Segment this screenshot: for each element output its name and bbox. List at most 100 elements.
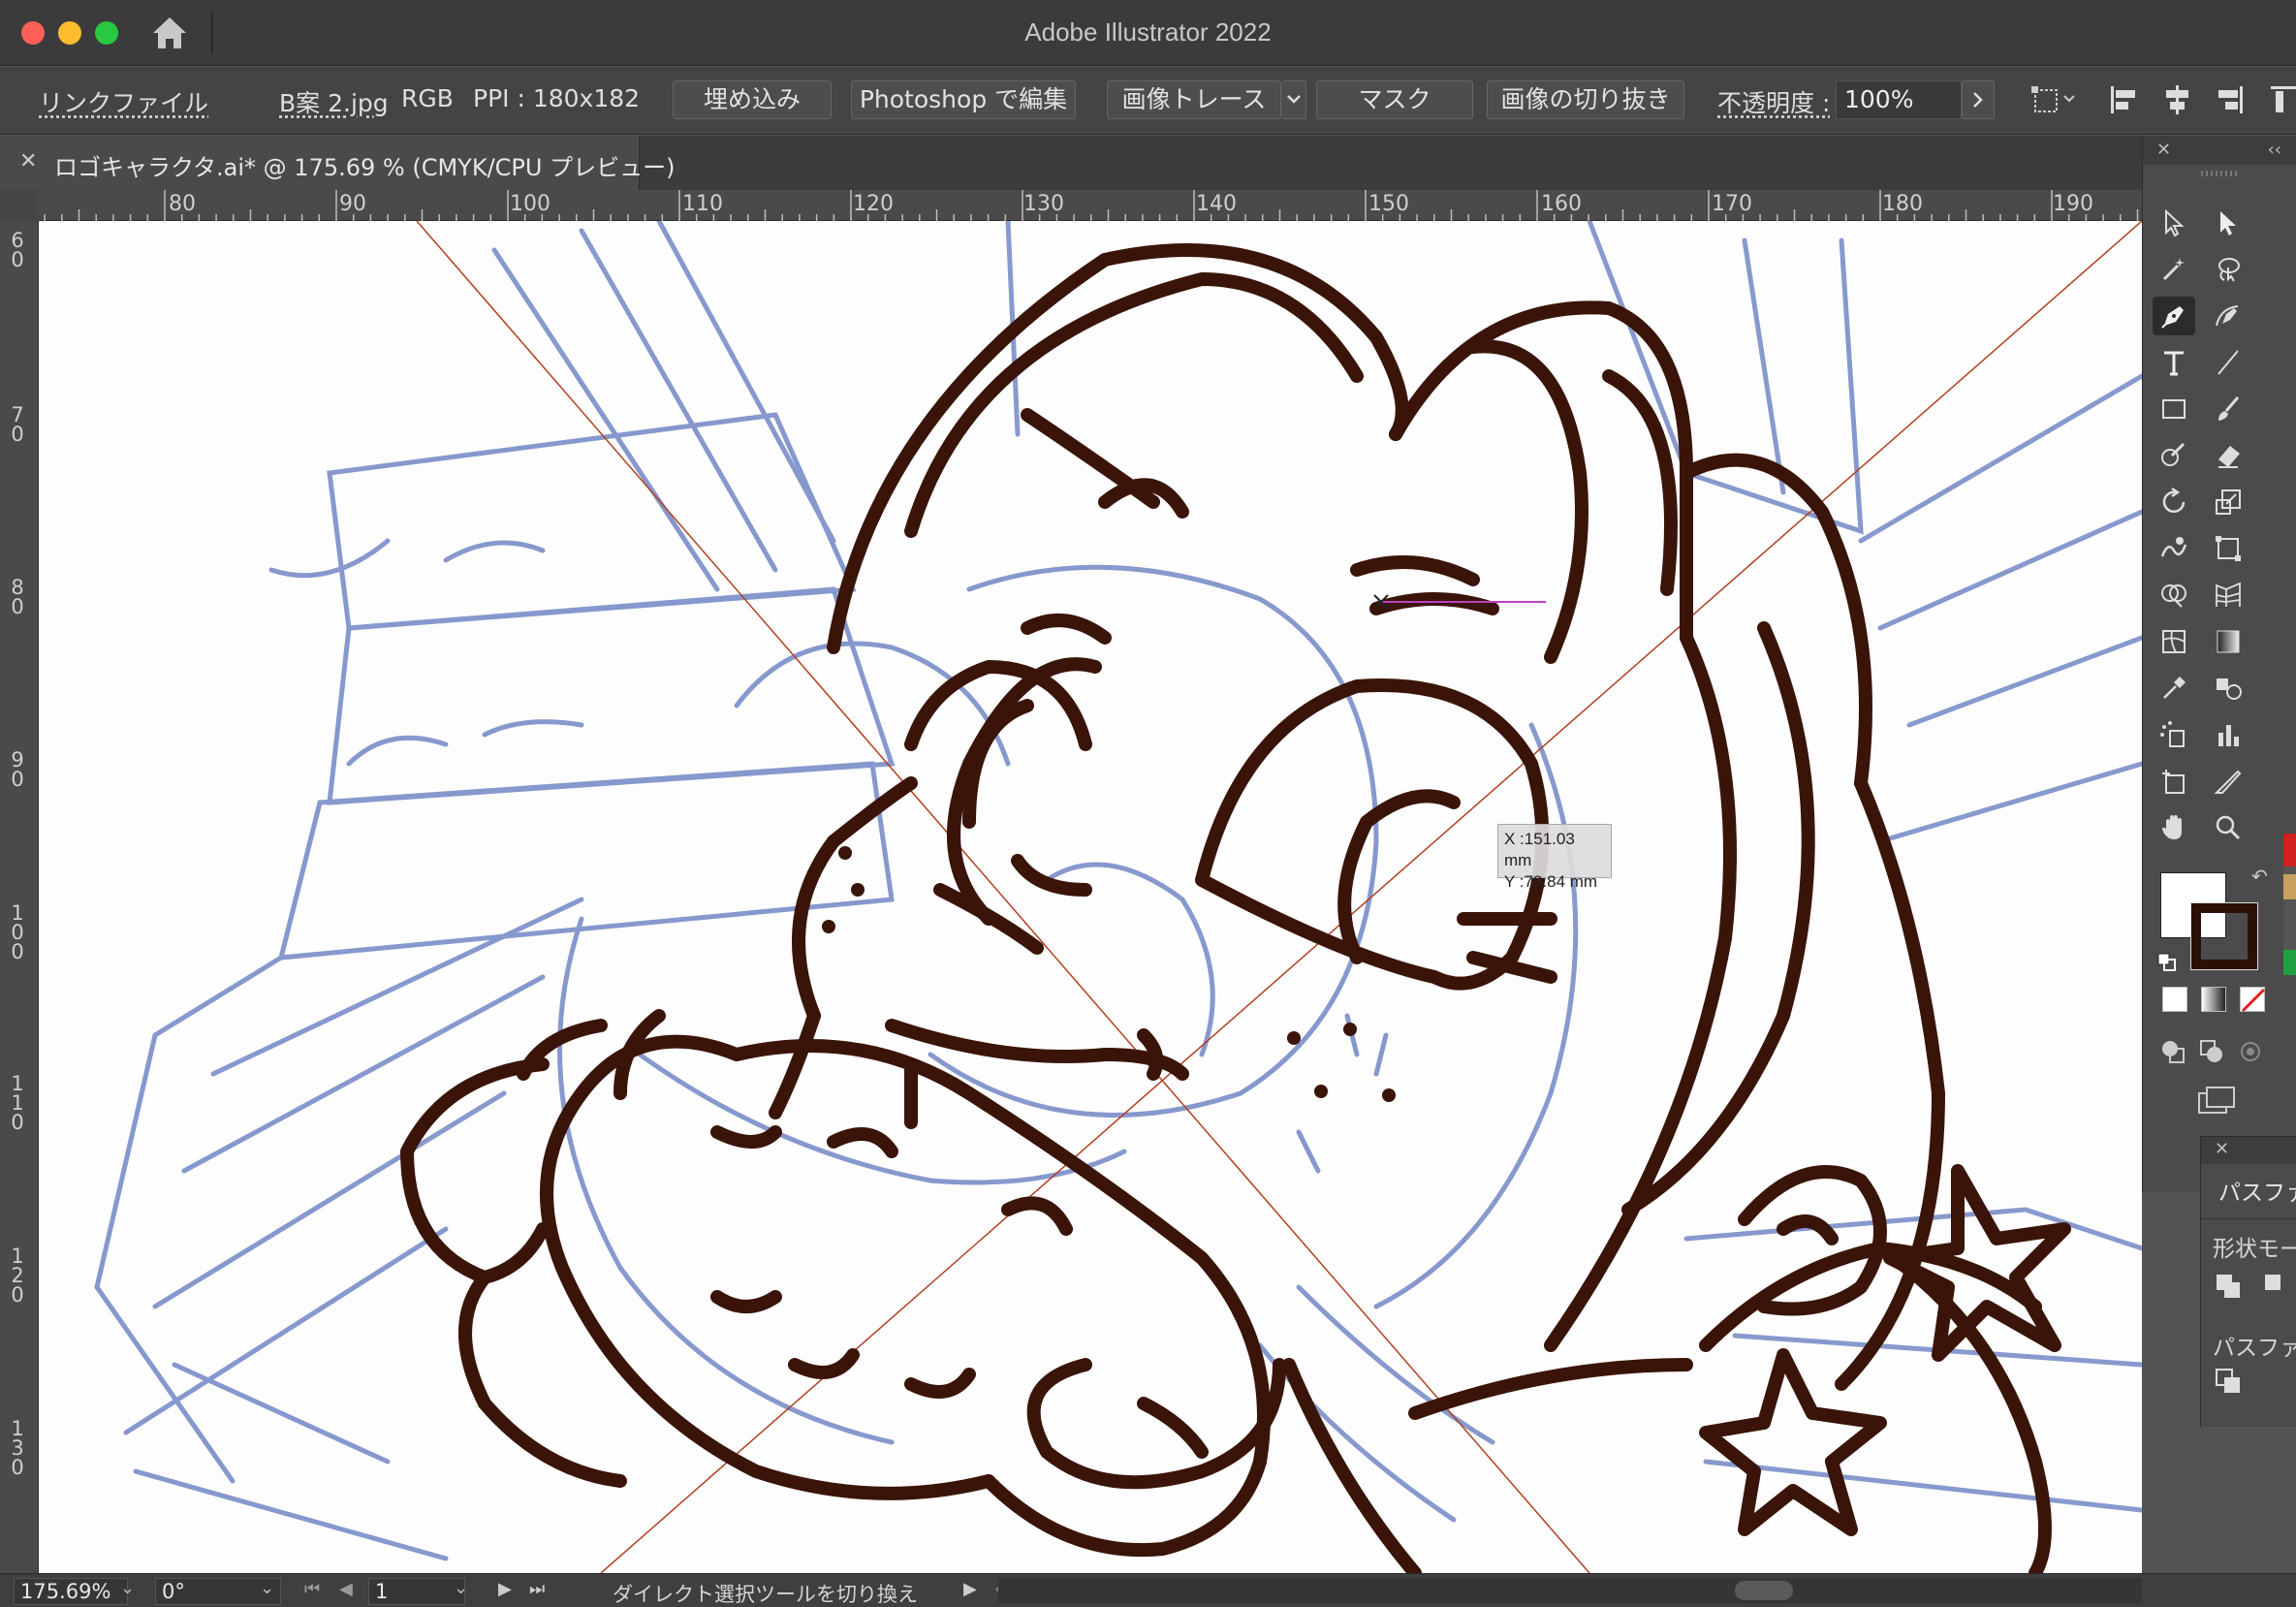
shaper-tool-icon[interactable] (2153, 436, 2195, 475)
magic-wand-tool-icon[interactable] (2153, 250, 2195, 289)
scale-tool-icon[interactable] (2207, 483, 2249, 521)
zoom-tool-icon[interactable] (2207, 808, 2249, 847)
direct-selection-tool-icon[interactable] (2153, 204, 2195, 242)
status-bar: 175.69% ⌄ 0° ⌄ ⏮ ◀ 1 ⌄ ▶ ⏭ ダイレクト選択ツールを切り… (0, 1573, 2296, 1607)
shape-builder-tool-icon[interactable] (2153, 576, 2195, 614)
pathfinder-tab[interactable]: パスファ (2218, 1174, 2296, 1207)
draw-behind-icon[interactable] (2197, 1037, 2226, 1066)
type-tool-icon[interactable] (2153, 343, 2195, 382)
linked-filename[interactable]: B案 2.jpg (279, 84, 389, 119)
minus-front-icon[interactable] (2263, 1273, 2292, 1302)
stroke-color-swatch[interactable] (2190, 902, 2258, 970)
link-file-link[interactable]: リンクファイル (39, 84, 208, 119)
document-tab[interactable]: ✕ ロゴキャラクタ.ai* @ 175.69 % (CMYK/CPU プレビュー… (0, 136, 675, 190)
swatch-red[interactable] (2283, 834, 2296, 867)
tools-panel-header[interactable]: ✕ ‹‹ (2143, 136, 2296, 165)
mesh-tool-icon[interactable] (2153, 622, 2195, 661)
close-icon[interactable]: ✕ (2215, 1139, 2229, 1159)
crop-image-button[interactable]: 画像の切り抜き (1487, 80, 1684, 119)
swatch-strip[interactable] (2283, 834, 2296, 975)
draw-inside-icon[interactable] (2236, 1037, 2265, 1066)
vertical-ruler[interactable]: 60 70 80 90 100 110 120 130 (0, 221, 39, 1573)
eyedropper-tool-icon[interactable] (2153, 669, 2195, 708)
close-tab-icon[interactable]: ✕ (19, 149, 37, 173)
align-left-icon[interactable] (2107, 82, 2142, 117)
symbol-sprayer-tool-icon[interactable] (2153, 715, 2195, 754)
pen-tool-icon[interactable] (2153, 297, 2195, 335)
image-trace-button[interactable]: 画像トレース (1107, 80, 1281, 119)
ruler-h-label: 190 (2053, 192, 2093, 216)
hand-tool-icon[interactable] (2153, 808, 2195, 847)
previous-artboard-icon[interactable]: ◀ (339, 1579, 353, 1599)
color-mode-button[interactable] (2162, 987, 2187, 1012)
next-artboard-icon[interactable]: ▶ (498, 1579, 512, 1599)
ruler-v-label: 80 (11, 576, 24, 618)
none-mode-button[interactable] (2240, 987, 2266, 1013)
mask-button[interactable]: マスク (1316, 80, 1473, 119)
align-top-icon[interactable] (2268, 82, 2296, 117)
status-message: ダイレクト選択ツールを切り換え (613, 1583, 918, 1606)
lasso-tool-icon[interactable] (2207, 250, 2249, 289)
scrollbar-thumb[interactable] (1735, 1581, 1793, 1600)
ruler-h-label: 160 (1541, 192, 1582, 216)
title-bar: Adobe Illustrator 2022 (0, 0, 2296, 66)
artboard-tool-icon[interactable] (2153, 762, 2195, 801)
shape-modes-label: 形状モー (2213, 1237, 2296, 1262)
opacity-label[interactable]: 不透明度 : (1717, 84, 1830, 119)
horizontal-ruler[interactable]: 80 90 100 110 120 130 140 150 160 170 18… (39, 190, 2142, 221)
align-center-icon[interactable] (2159, 82, 2194, 117)
perspective-grid-tool-icon[interactable] (2207, 576, 2249, 614)
ruler-origin[interactable] (0, 190, 39, 221)
free-transform-tool-icon[interactable] (2207, 529, 2249, 568)
curvature-tool-icon[interactable] (2207, 297, 2249, 335)
opacity-field[interactable]: 100% (1836, 80, 1962, 119)
edit-in-photoshop-button[interactable]: Photoshop で編集 (851, 80, 1076, 119)
chevron-down-icon[interactable]: ⌄ (454, 1578, 468, 1598)
draw-normal-icon[interactable] (2158, 1037, 2187, 1066)
collapse-icon[interactable]: ‹‹ (2268, 140, 2281, 160)
blend-tool-icon[interactable] (2207, 669, 2249, 708)
ruler-h-label: 120 (853, 192, 894, 216)
ruler-h-label: 90 (339, 192, 366, 216)
align-right-icon[interactable] (2212, 82, 2247, 117)
artboard-canvas[interactable]: X :151.03 mm Y :78.84 mm (39, 221, 2142, 1573)
sketch-layer (94, 221, 2142, 1561)
opacity-arrow-button[interactable] (1962, 80, 1995, 119)
default-fill-stroke-icon[interactable] (2156, 952, 2178, 973)
rotate-tool-icon[interactable] (2153, 483, 2195, 521)
swap-fill-stroke-icon[interactable]: ↶ (2251, 865, 2268, 888)
gradient-mode-button[interactable] (2201, 987, 2226, 1012)
image-trace-dropdown[interactable] (1281, 80, 1306, 119)
ruler-v-label: 100 (11, 901, 24, 963)
screen-mode-icon[interactable] (2195, 1084, 2238, 1117)
selection-tool-icon[interactable] (2207, 204, 2249, 242)
zoom-level-field[interactable]: 175.69% (14, 1578, 128, 1605)
warp-tool-icon[interactable] (2153, 529, 2195, 568)
status-menu-arrow-icon[interactable]: ▶ (963, 1579, 977, 1599)
swatch-tan[interactable] (2283, 874, 2296, 899)
column-graph-tool-icon[interactable] (2207, 715, 2249, 754)
paintbrush-tool-icon[interactable] (2207, 390, 2249, 428)
chevron-down-icon[interactable]: ⌄ (260, 1578, 274, 1598)
embed-button[interactable]: 埋め込み (673, 80, 832, 119)
close-icon[interactable]: ✕ (2156, 140, 2171, 160)
artboard-number-field[interactable]: 1 (368, 1578, 465, 1605)
swatch-green[interactable] (2283, 950, 2296, 975)
chevron-down-icon[interactable]: ⌄ (120, 1578, 135, 1598)
pathfinder-panel-header[interactable]: ✕ (2201, 1137, 2296, 1164)
transform-icon[interactable] (2029, 82, 2075, 117)
unite-icon[interactable] (2215, 1273, 2244, 1302)
panel-grip[interactable] (2201, 171, 2240, 176)
line-segment-tool-icon[interactable] (2207, 343, 2249, 382)
document-tab-title: ロゴキャラクタ.ai* @ 175.69 % (CMYK/CPU プレビュー) (54, 154, 676, 181)
first-artboard-icon[interactable]: ⏮ (304, 1579, 320, 1599)
divide-icon[interactable] (2215, 1368, 2244, 1397)
slice-tool-icon[interactable] (2207, 762, 2249, 801)
tools-panel: ✕ ‹‹ ↶ (2142, 136, 2296, 1192)
gradient-tool-icon[interactable] (2207, 622, 2249, 661)
eraser-tool-icon[interactable] (2207, 436, 2249, 475)
horizontal-scrollbar[interactable] (998, 1578, 2142, 1603)
rectangle-tool-icon[interactable] (2153, 390, 2195, 428)
readout-y: Y :78.84 mm (1504, 872, 1598, 891)
last-artboard-icon[interactable]: ⏭ (529, 1579, 545, 1599)
